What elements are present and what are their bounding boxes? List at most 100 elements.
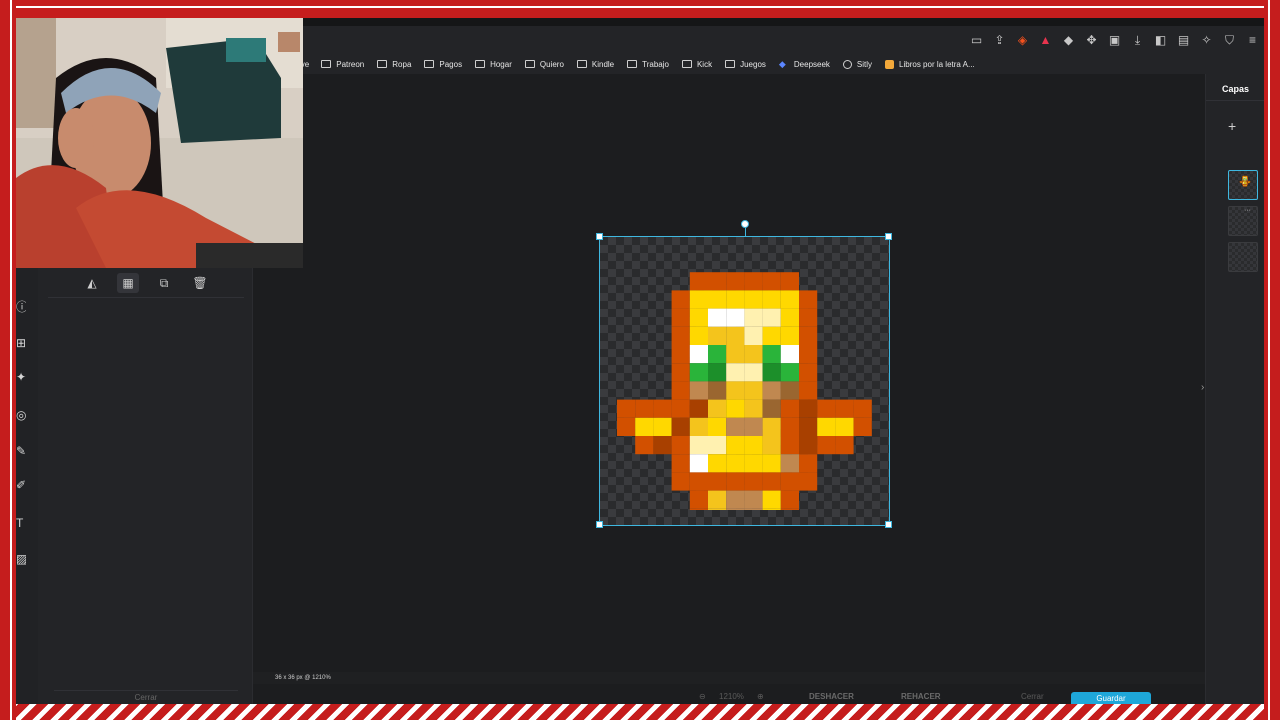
info-icon[interactable]: ⓘ — [16, 300, 26, 314]
bookmark-item[interactable]: Kindle — [576, 60, 614, 69]
layer-thumbnail[interactable] — [1228, 242, 1258, 272]
rewards-icon[interactable]: ▲ — [1034, 32, 1057, 48]
sprite-pixel — [817, 436, 836, 455]
bookmark-item[interactable]: Juegos — [725, 60, 766, 69]
sprite-pixel — [1246, 181, 1248, 183]
bookmark-item[interactable]: Sitly — [842, 59, 872, 69]
magic-tool-icon[interactable]: ✦ — [16, 370, 26, 384]
screen-cast-icon[interactable]: ▭ — [965, 32, 988, 48]
pattern-tool-icon[interactable]: ▨ — [16, 552, 26, 566]
sprite-pixel — [1245, 182, 1247, 184]
menu-icon[interactable]: ≡ — [1241, 32, 1264, 48]
resize-handle-tr[interactable] — [885, 233, 892, 240]
pixel-sprite[interactable] — [617, 254, 873, 510]
layer-actions: ◭ ▦ ⧉ 🗑 — [48, 268, 244, 298]
sprite-pixel — [1247, 181, 1248, 183]
redo-button[interactable]: REHACER — [901, 692, 941, 702]
lasso-tool-icon[interactable]: ◎ — [16, 408, 26, 422]
resize-handle-bl[interactable] — [596, 521, 603, 528]
tab-capture-icon[interactable]: ▣ — [1103, 32, 1126, 48]
grid-tool-icon[interactable]: ⊞ — [16, 336, 26, 350]
more-options-icon[interactable]: ··· — [1244, 207, 1251, 214]
extension-diamond-icon[interactable]: ◆ — [1057, 32, 1080, 48]
add-layer-button[interactable]: + — [1228, 119, 1236, 133]
sprite-pixel — [1243, 178, 1245, 180]
duplicate-icon[interactable]: ⧉ — [153, 273, 175, 293]
text-tool-icon[interactable]: T — [16, 516, 26, 530]
sprite-pixel — [1243, 178, 1245, 179]
sprite-pixel — [726, 436, 745, 455]
sprite-pixel — [799, 417, 818, 436]
sprite-pixel — [1245, 181, 1246, 182]
sprite-pixel — [853, 399, 872, 418]
sprite-pixel — [1245, 178, 1246, 180]
sprite-pixel — [780, 490, 799, 509]
bookmark-item[interactable]: Hogar — [475, 60, 512, 69]
bookmark-item[interactable]: Libros por la letra A... — [885, 59, 975, 69]
sprite-pixel — [1242, 181, 1243, 183]
close-button[interactable]: Cerrar — [54, 690, 238, 704]
sprite-pixel — [744, 436, 763, 455]
sprite-pixel — [1244, 175, 1245, 177]
sprite-pixel — [635, 399, 654, 418]
sprite-pixel — [689, 290, 708, 309]
share-icon[interactable]: ⇪ — [988, 32, 1011, 48]
sprite-pixel — [689, 272, 708, 291]
sprite-pixel — [799, 326, 818, 345]
sprite-pixel — [726, 345, 745, 364]
bookmark-item[interactable]: Quiero — [524, 60, 564, 69]
rotation-handle[interactable] — [741, 220, 749, 228]
sprite-pixel — [1242, 185, 1244, 187]
layer-thumbnail-active[interactable] — [1228, 170, 1258, 200]
sprite-pixel — [1243, 183, 1245, 184]
extensions-puzzle-icon[interactable]: ✥ — [1080, 32, 1103, 48]
rotation-line — [745, 228, 746, 237]
sprite-pixel — [1245, 183, 1246, 184]
layer-thumbnail[interactable]: ··· — [1228, 206, 1258, 236]
sprite-pixel — [1244, 186, 1245, 187]
sprite-pixel — [744, 272, 763, 291]
folder-icon — [627, 60, 638, 68]
brave-shield-icon[interactable]: ◈ — [1011, 32, 1034, 48]
sidebar-toggle-icon[interactable]: ◧ — [1149, 32, 1172, 48]
bookmark-item[interactable]: ◆ Deepseek — [779, 60, 830, 69]
sprite-pixel — [1239, 181, 1241, 183]
brush-tool-icon[interactable]: ✐ — [16, 478, 26, 492]
sprite-pixel — [744, 472, 763, 491]
zoom-out-icon[interactable]: ⊖ — [699, 692, 706, 702]
undo-button[interactable]: DESHACER — [809, 692, 854, 702]
bookmark-item[interactable]: Patreon — [321, 60, 364, 69]
bookmark-item[interactable]: Pagos — [424, 60, 462, 69]
layers-title: Capas — [1221, 84, 1249, 94]
sprite-selection[interactable] — [596, 220, 892, 528]
wallet-icon[interactable]: ▤ — [1172, 32, 1195, 48]
sprite-pixel — [780, 381, 799, 400]
vpn-shield-icon[interactable]: ⛉ — [1218, 32, 1241, 48]
leo-ai-icon[interactable]: ✧ — [1195, 32, 1218, 48]
save-button[interactable]: Guardar — [1071, 692, 1151, 704]
canvas-area[interactable]: 36 x 36 px @ 1210% ⊖ 1210% ⊕ DESHACER RE… — [253, 74, 1205, 704]
sprite-pixel — [1244, 183, 1245, 184]
divider — [1206, 100, 1264, 101]
cancel-button[interactable]: Cerrar — [1021, 692, 1044, 702]
resize-handle-tl[interactable] — [596, 233, 603, 240]
bookmark-item[interactable]: Ropa — [377, 60, 411, 69]
sprite-pixel — [726, 508, 745, 510]
bookmark-label: Deepseek — [793, 59, 830, 69]
resize-handle-br[interactable] — [885, 521, 892, 528]
webcam-overlay — [16, 18, 303, 268]
sprite-pixel — [1244, 184, 1245, 186]
sprite-pixel — [1243, 177, 1245, 178]
pencil-tool-icon[interactable]: ✎ — [16, 444, 26, 458]
image-icon[interactable]: ▦ — [117, 272, 139, 293]
sprite-pixel — [1245, 184, 1247, 186]
zoom-in-icon[interactable]: ⊕ — [757, 692, 764, 702]
flip-icon[interactable]: ◭ — [81, 273, 103, 293]
chevron-right-icon[interactable]: › — [1201, 382, 1204, 393]
sprite-pixel — [671, 363, 690, 382]
bookmark-item[interactable]: Kick — [681, 60, 712, 69]
download-icon[interactable]: ⤓ — [1126, 32, 1149, 48]
bookmark-item[interactable]: Trabajo — [627, 60, 669, 69]
trash-icon[interactable]: 🗑 — [189, 273, 211, 293]
sprite-pixel — [780, 417, 799, 436]
